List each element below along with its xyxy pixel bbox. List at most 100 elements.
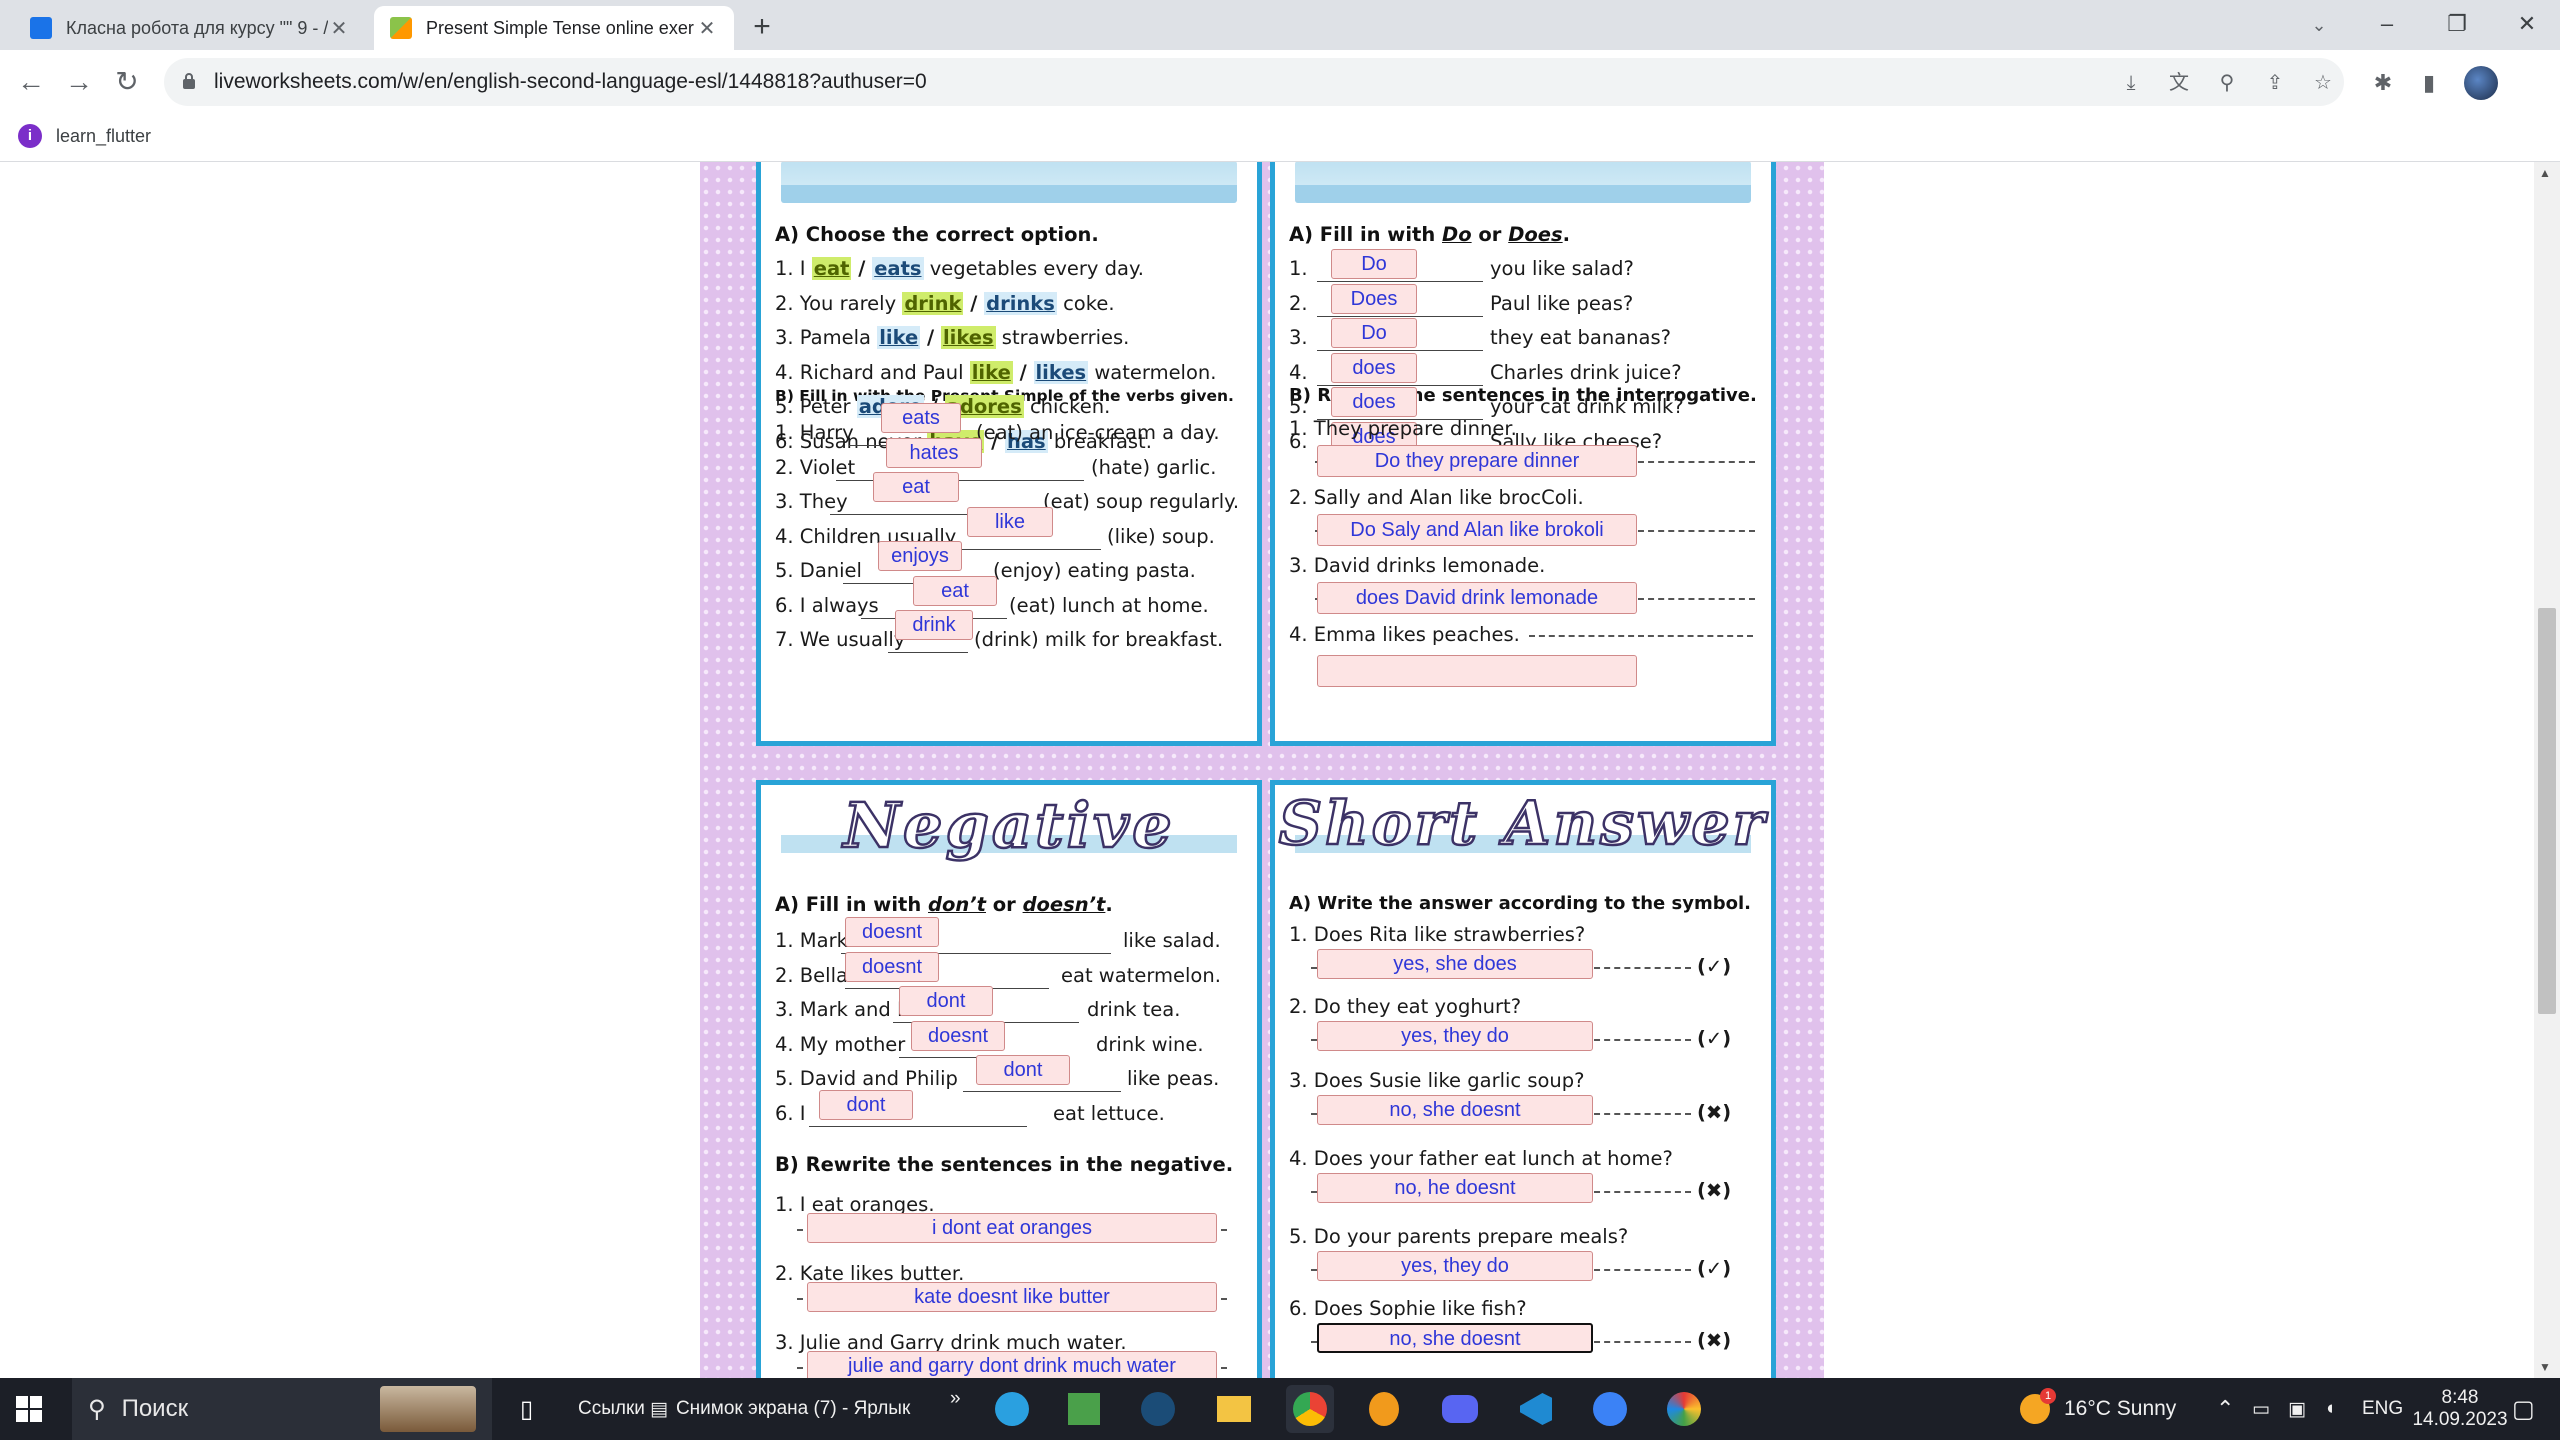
tray-device-icon[interactable]: ▭	[2252, 1378, 2270, 1440]
short-answer-field[interactable]: yes, they do	[1317, 1251, 1593, 1281]
page-viewport: A) Choose the correct option. B) Fill in…	[0, 162, 2534, 1378]
app-store-icon[interactable]	[1586, 1385, 1634, 1433]
scrollbar-thumb[interactable]	[2538, 608, 2556, 1014]
verb-answer-field[interactable]: eats	[881, 403, 961, 433]
do-does-answer-field[interactable]: Do	[1331, 249, 1417, 279]
choice-option-1[interactable]: like	[877, 326, 921, 349]
do-does-answer-field[interactable]: Do	[1331, 318, 1417, 348]
links-toolbar-label[interactable]: Ссылки	[578, 1378, 645, 1440]
verb-answer-field[interactable]: enjoys	[878, 541, 962, 571]
fill-suffix: eat lettuce.	[1053, 1101, 1165, 1125]
steam-icon[interactable]	[1134, 1385, 1182, 1433]
choice-option-1[interactable]: like	[969, 360, 1013, 384]
window-close-icon[interactable]: ✕	[2492, 6, 2560, 42]
fill-suffix: (drink) milk for breakfast.	[974, 628, 1224, 651]
bookmark-label: learn_flutter	[56, 125, 152, 146]
tray-overflow-chevron-icon[interactable]: ⌃	[2216, 1378, 2234, 1440]
choice-option-2[interactable]: eats	[872, 257, 924, 280]
short-answer-field[interactable]: no, he doesnt	[1317, 1173, 1593, 1203]
do-does-answer-field[interactable]: does	[1331, 387, 1417, 417]
negative-rewrite-field[interactable]: julie and garry dont drink much water	[807, 1351, 1217, 1378]
question-suffix: your cat drink milk?	[1490, 395, 1684, 418]
answer-symbol: (✖)	[1697, 1329, 1732, 1352]
multicolor-app-icon[interactable]	[1660, 1385, 1708, 1433]
scroll-up-arrow-icon[interactable]: ▲	[2539, 166, 2551, 180]
tray-volume-icon[interactable]: ◖	[2324, 1378, 2335, 1440]
tray-display-icon[interactable]: ▣	[2288, 1378, 2306, 1440]
choice-suffix: strawberries.	[995, 326, 1130, 349]
sentence-prompt: 4. Emma likes peaches.	[1289, 622, 1520, 646]
clock[interactable]: 8:48 14.09.2023	[2410, 1378, 2510, 1440]
verb-answer-field[interactable]: drink	[895, 610, 973, 640]
choice-option-2[interactable]: drinks	[984, 291, 1057, 315]
taskbar-shortcut-label[interactable]: ▤ Снимок экрана (7) - Ярлык	[650, 1378, 910, 1440]
extensions-puzzle-icon[interactable]: ✱	[2368, 68, 2398, 98]
address-bar[interactable]: liveworksheets.com/w/en/english-second-l…	[164, 58, 2344, 106]
tab-present-simple[interactable]: Present Simple Tense online exer ✕	[374, 6, 734, 50]
side-panel-icon[interactable]: ▮	[2414, 68, 2444, 98]
new-tab-plus-icon[interactable]: +	[744, 10, 780, 46]
clock-date: 14.09.2023	[2412, 1409, 2508, 1430]
fill-prefix: 6. I	[775, 1101, 806, 1125]
dont-doesnt-answer-field[interactable]: doesnt	[911, 1020, 1005, 1051]
bookmark-learn-flutter[interactable]: i learn_flutter	[18, 124, 151, 148]
forward-arrow-icon[interactable]: →	[62, 66, 96, 100]
clip-studio-icon[interactable]	[1360, 1385, 1408, 1433]
scroll-down-arrow-icon[interactable]: ▼	[2539, 1360, 2551, 1374]
verb-answer-field[interactable]: hates	[886, 437, 982, 468]
verb-answer-field[interactable]: eat	[873, 472, 959, 502]
share-icon[interactable]: ⇪	[2262, 70, 2288, 96]
task-view-icon[interactable]: ▯	[520, 1378, 560, 1440]
verb-answer-field[interactable]: eat	[913, 575, 997, 606]
short-answer-field[interactable]: yes, she does	[1317, 949, 1593, 979]
dont-doesnt-answer-field[interactable]: dont	[976, 1055, 1070, 1085]
interrogative-rewrite-field[interactable]: Do Saly and Alan like brokoli	[1317, 513, 1637, 546]
short-answer-field[interactable]: no, she doesnt	[1317, 1095, 1593, 1125]
do-does-answer-field[interactable]: Does	[1331, 283, 1417, 314]
discord-icon[interactable]	[1436, 1385, 1484, 1433]
choice-option-2[interactable]: likes	[1033, 360, 1089, 384]
vertical-scrollbar[interactable]: ▲ ▼	[2534, 162, 2560, 1378]
restore-icon[interactable]: ❐	[2422, 6, 2492, 42]
choice-option-2[interactable]: likes	[940, 326, 996, 349]
choice-option-1[interactable]: eat	[811, 257, 852, 280]
close-tab-icon[interactable]: ✕	[328, 16, 350, 41]
bookmark-star-icon[interactable]: ☆	[2310, 70, 2336, 96]
back-arrow-icon[interactable]: ←	[14, 66, 48, 100]
start-windows-icon[interactable]	[16, 1378, 56, 1440]
interrogative-rewrite-field[interactable]: Do they prepare dinner	[1317, 445, 1637, 477]
translate-icon[interactable]: 文	[2166, 70, 2192, 96]
weather-widget[interactable]: 1 16°C Sunny	[2020, 1378, 2176, 1440]
dont-doesnt-answer-field[interactable]: dont	[899, 986, 993, 1016]
telegram-icon[interactable]	[988, 1385, 1036, 1433]
short-answer-field[interactable]: yes, they do	[1317, 1021, 1593, 1051]
profile-avatar[interactable]	[2464, 66, 2498, 100]
notifications-icon[interactable]: ▢	[2512, 1378, 2535, 1440]
dont-doesnt-answer-field[interactable]: dont	[819, 1089, 913, 1120]
minimize-icon[interactable]: –	[2352, 6, 2422, 42]
negative-rewrite-field[interactable]: i dont eat oranges	[807, 1213, 1217, 1243]
close-tab-icon[interactable]: ✕	[696, 16, 718, 41]
interrogative-rewrite-field[interactable]	[1317, 654, 1637, 687]
input-language[interactable]: ENG	[2362, 1378, 2403, 1440]
choice-option-1[interactable]: drink	[902, 291, 964, 315]
taskbar-search-box[interactable]: ⚲ Поиск	[72, 1378, 492, 1440]
vscode-icon[interactable]	[1512, 1385, 1560, 1433]
tab-classwork[interactable]: Класна робота для курсу "" 9 - / ✕	[14, 6, 366, 50]
dont-doesnt-answer-field[interactable]: doesnt	[845, 951, 939, 982]
verb-answer-field[interactable]: like	[967, 506, 1053, 537]
chrome-icon[interactable]	[1286, 1385, 1334, 1433]
short-answer-field[interactable]: no, she doesnt	[1317, 1323, 1593, 1353]
spreadsheet-app-icon[interactable]	[1060, 1385, 1108, 1433]
affirmative-title-banner	[781, 162, 1237, 203]
do-does-answer-field[interactable]: does	[1331, 352, 1417, 383]
install-app-icon[interactable]: ⤓	[2118, 70, 2144, 96]
file-explorer-icon[interactable]	[1210, 1385, 1258, 1433]
toolbar-overflow-chevron-icon[interactable]: »	[950, 1368, 961, 1430]
interrogative-rewrite-field[interactable]: does David drink lemonade	[1317, 582, 1637, 614]
zoom-icon[interactable]: ⚲	[2214, 70, 2240, 96]
reload-icon[interactable]: ↻	[110, 66, 144, 100]
negative-rewrite-field[interactable]: kate doesnt like butter	[807, 1282, 1217, 1312]
tab-search-chevron-icon[interactable]: ⌄	[2304, 10, 2334, 40]
dont-doesnt-answer-field[interactable]: doesnt	[845, 917, 939, 947]
